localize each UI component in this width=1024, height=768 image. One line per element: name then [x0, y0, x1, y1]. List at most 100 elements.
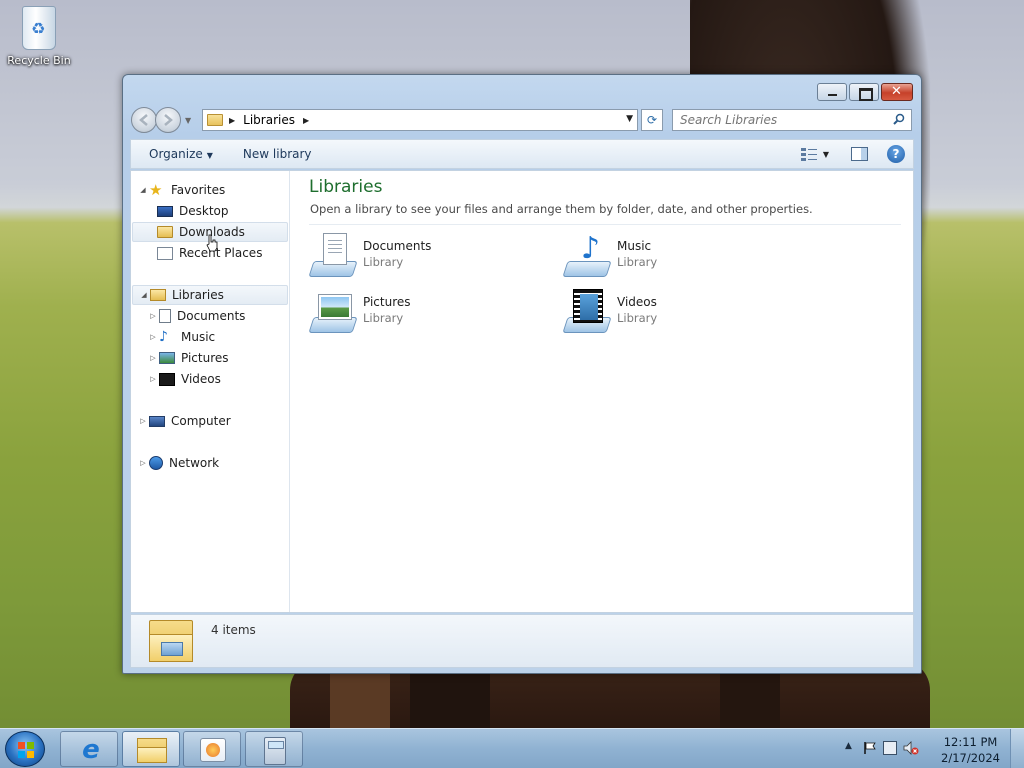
forward-arrow-icon [164, 114, 173, 126]
tree-item-label: Music [181, 330, 216, 344]
header-divider [309, 224, 901, 225]
taskbar-calculator[interactable] [245, 731, 303, 767]
taskbar-internet-explorer[interactable]: e [60, 731, 118, 767]
explorer-window: ▼ ▶ Libraries ▶ ▼ ⟳ Organize▼ New librar… [122, 74, 922, 674]
address-bar[interactable]: ▶ Libraries ▶ ▼ [202, 109, 638, 131]
back-arrow-icon [139, 114, 148, 126]
close-button[interactable] [881, 83, 913, 101]
search-box[interactable] [672, 109, 912, 131]
organize-label: Organize [149, 147, 203, 161]
tree-libraries[interactable]: ◢ Libraries [132, 285, 288, 305]
star-icon: ★ [149, 181, 163, 199]
main-pane: Libraries Open a library to see your fil… [291, 171, 913, 612]
search-input[interactable] [680, 113, 890, 127]
wallpaper-horse-leg [330, 672, 390, 730]
navigation-buttons: ▼ [131, 107, 191, 133]
expand-arrow-icon[interactable]: ▷ [147, 312, 159, 320]
tree-item-music[interactable]: ▷ ♪ Music [147, 327, 215, 347]
music-library-icon: ♪ [562, 233, 612, 281]
show-hidden-icons-icon[interactable]: ▲ [845, 741, 852, 751]
minimize-button[interactable] [817, 83, 847, 101]
recycle-bin-icon [22, 6, 56, 50]
library-name: Videos [617, 295, 657, 309]
documents-icon [159, 309, 171, 323]
library-kind: Library [363, 255, 404, 269]
refresh-button[interactable]: ⟳ [641, 109, 663, 131]
tree-network[interactable]: ▷ Network [137, 453, 219, 473]
new-library-label: New library [242, 147, 312, 161]
tree-item-desktop[interactable]: Desktop [157, 201, 229, 221]
tree-computer-label: Computer [171, 414, 231, 428]
tree-item-label: Videos [181, 372, 221, 386]
collapse-arrow-icon[interactable]: ◢ [137, 186, 149, 194]
new-library-button[interactable]: New library [243, 147, 312, 161]
libraries-icon [150, 289, 166, 301]
tree-computer[interactable]: ▷ Computer [137, 411, 231, 431]
recent-places-icon [157, 246, 173, 260]
taskbar-media-player[interactable] [183, 731, 241, 767]
tree-item-documents[interactable]: ▷ Documents [147, 306, 245, 326]
taskbar: e ▲ 12:11 PM 2/17/2024 [0, 728, 1024, 768]
tree-item-pictures[interactable]: ▷ Pictures [147, 348, 228, 368]
start-button[interactable] [5, 731, 45, 767]
videos-library-icon [562, 289, 612, 337]
recent-pages-dropdown[interactable]: ▼ [185, 116, 191, 125]
maximize-button[interactable] [849, 83, 879, 101]
library-tile-music[interactable]: ♪ Music Library [562, 233, 783, 283]
computer-icon [149, 415, 165, 427]
command-bar-right: ▼ ? [800, 145, 905, 163]
system-clock[interactable]: 12:11 PM 2/17/2024 [941, 734, 1000, 766]
documents-library-icon [308, 233, 358, 281]
expand-arrow-icon[interactable]: ▷ [137, 459, 149, 467]
music-icon: ♪ [159, 329, 168, 345]
expand-arrow-icon[interactable]: ▷ [137, 417, 149, 425]
help-icon[interactable]: ? [887, 145, 905, 163]
clock-time: 12:11 PM [943, 735, 998, 749]
library-tile-documents[interactable]: Documents Library [308, 233, 529, 283]
libraries-large-icon [149, 620, 195, 662]
library-kind: Library [617, 255, 658, 269]
recycle-bin-label: Recycle Bin [7, 54, 71, 67]
calculator-icon [264, 737, 286, 765]
view-options-dropdown-icon[interactable]: ▼ [823, 150, 829, 159]
breadcrumb-libraries[interactable]: Libraries [243, 113, 295, 127]
network-status-icon[interactable] [883, 741, 897, 755]
tree-item-videos[interactable]: ▷ Videos [147, 369, 221, 389]
expand-arrow-icon[interactable]: ▷ [147, 333, 159, 341]
wallpaper-horse-leg [720, 672, 780, 730]
library-tile-videos[interactable]: Videos Library [562, 289, 783, 339]
library-tile-pictures[interactable]: Pictures Library [308, 289, 529, 339]
change-view-icon[interactable] [800, 147, 817, 161]
library-kind: Library [363, 311, 404, 325]
preview-pane-icon[interactable] [851, 147, 868, 161]
internet-explorer-icon: e [82, 735, 100, 765]
expand-arrow-icon[interactable]: ▷ [147, 354, 159, 362]
show-desktop-button[interactable] [1010, 729, 1024, 768]
pictures-library-icon [308, 289, 358, 337]
wallpaper-horse-leg [410, 672, 490, 730]
downloads-folder-icon [157, 226, 173, 238]
back-button[interactable] [131, 107, 157, 133]
libraries-folder-icon [207, 114, 223, 126]
desktop-icon-recycle-bin[interactable]: Recycle Bin [4, 6, 74, 67]
address-dropdown-icon[interactable]: ▼ [626, 114, 633, 124]
organize-button[interactable]: Organize ▼ [149, 147, 213, 161]
tree-favorites-label: Favorites [171, 183, 226, 197]
tree-item-label: Documents [177, 309, 246, 323]
tree-favorites[interactable]: ◢ ★ Favorites [137, 180, 225, 200]
tree-item-label: Recent Places [179, 246, 263, 260]
refresh-icon: ⟳ [646, 113, 658, 127]
breadcrumb-separator-icon[interactable]: ▶ [229, 116, 235, 125]
forward-button[interactable] [155, 107, 181, 133]
action-center-flag-icon[interactable] [863, 741, 877, 755]
volume-muted-icon[interactable] [903, 740, 919, 756]
page-subtitle: Open a library to see your files and arr… [310, 202, 813, 216]
expand-arrow-icon[interactable]: ▷ [147, 375, 159, 383]
search-icon[interactable] [893, 113, 905, 125]
pictures-icon [159, 352, 175, 364]
collapse-arrow-icon[interactable]: ◢ [138, 291, 150, 299]
tree-libraries-label: Libraries [172, 288, 224, 302]
library-name: Documents [363, 239, 432, 253]
breadcrumb-chevron-icon[interactable]: ▶ [303, 116, 309, 125]
taskbar-windows-explorer[interactable] [122, 731, 180, 767]
